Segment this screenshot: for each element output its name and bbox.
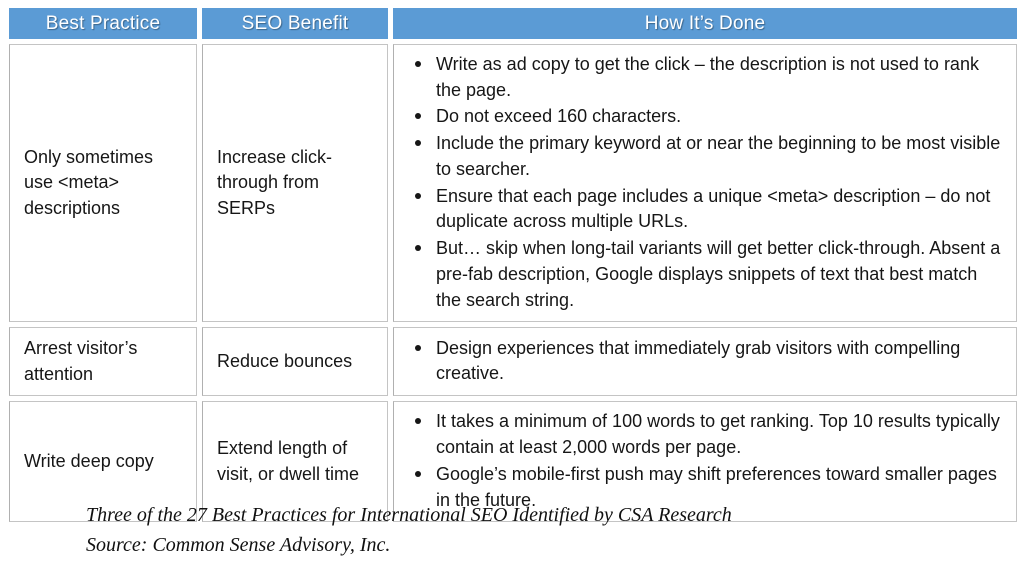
table-body: Only sometimes use <meta> descriptions I… <box>9 44 1017 523</box>
list-item: Include the primary keyword at or near t… <box>415 131 1004 182</box>
table-header-row: Best Practice SEO Benefit How It’s Done <box>9 8 1017 39</box>
list-item: But… skip when long-tail variants will g… <box>415 236 1004 313</box>
header-best-practice: Best Practice <box>9 8 197 39</box>
cell-best-practice: Arrest visitor’s attention <box>9 327 197 397</box>
header-seo-benefit: SEO Benefit <box>202 8 388 39</box>
table-row: Arrest visitor’s attention Reduce bounce… <box>9 327 1017 397</box>
table-caption: Three of the 27 Best Practices for Inter… <box>86 500 986 561</box>
header-how-its-done: How It’s Done <box>393 8 1017 39</box>
cell-how-its-done: Design experiences that immediately grab… <box>393 327 1017 397</box>
document-page: Best Practice SEO Benefit How It’s Done … <box>0 0 1024 564</box>
cell-seo-benefit: Increase click-through from SERPs <box>202 44 388 323</box>
bullet-list: Design experiences that immediately grab… <box>400 336 1004 387</box>
list-item: Write as ad copy to get the click – the … <box>415 52 1004 103</box>
cell-how-its-done: Write as ad copy to get the click – the … <box>393 44 1017 323</box>
table-row: Only sometimes use <meta> descriptions I… <box>9 44 1017 323</box>
list-item: It takes a minimum of 100 words to get r… <box>415 409 1004 460</box>
list-item: Design experiences that immediately grab… <box>415 336 1004 387</box>
caption-line-source: Source: Common Sense Advisory, Inc. <box>86 534 391 557</box>
cell-seo-benefit: Reduce bounces <box>202 327 388 397</box>
caption-line-title: Three of the 27 Best Practices for Inter… <box>86 504 732 526</box>
bullet-list: Write as ad copy to get the click – the … <box>400 52 1004 313</box>
best-practices-table: Best Practice SEO Benefit How It’s Done … <box>4 3 1022 527</box>
cell-best-practice: Only sometimes use <meta> descriptions <box>9 44 197 323</box>
bullet-list: It takes a minimum of 100 words to get r… <box>400 409 1004 513</box>
list-item: Ensure that each page includes a unique … <box>415 184 1004 235</box>
list-item: Do not exceed 160 characters. <box>415 104 1004 130</box>
